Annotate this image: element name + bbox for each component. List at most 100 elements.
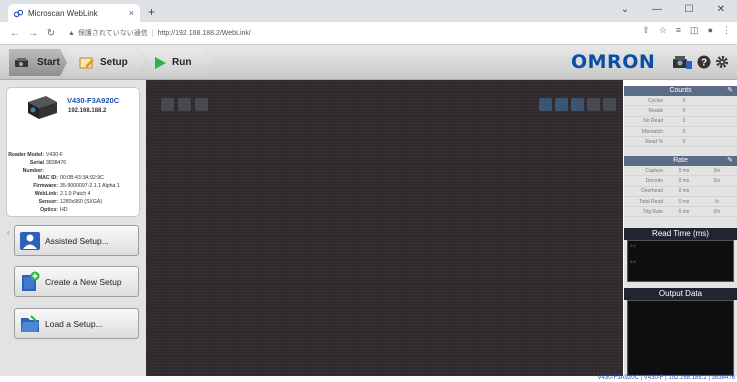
info-value: 1280x960 (SXGA) xyxy=(60,198,103,205)
tab-search-chevron-icon[interactable]: ⌄ xyxy=(609,0,641,22)
rate-per-second: 0/s xyxy=(713,167,721,174)
window-close-icon[interactable]: ✕ xyxy=(705,0,737,22)
rate-value: 0 ms xyxy=(678,177,690,184)
settings-gear-icon[interactable] xyxy=(715,55,729,69)
load-setup-label: Load a Setup... xyxy=(45,318,103,329)
info-row: WebLink: 2.1.0 Patch 4 xyxy=(8,191,120,199)
counts-value: 0 xyxy=(682,118,686,125)
load-setup-button[interactable]: Load a Setup... xyxy=(14,308,139,339)
edit-pencil-icon[interactable]: ✎ xyxy=(727,156,733,166)
rate-row: Trig Rate 0 ms 0/s xyxy=(624,207,737,218)
counts-header: Counts ✎ xyxy=(624,86,737,96)
browser-menu-icon[interactable]: ⋮ xyxy=(722,25,731,36)
rate-row: Total Read 0 ms/s xyxy=(624,197,737,208)
rate-label: Total Read xyxy=(639,198,663,205)
setup-label: Setup xyxy=(100,57,128,68)
setup-step-button[interactable]: Setup xyxy=(67,49,145,76)
read-time-graph: 1.0 0.5 xyxy=(627,240,734,282)
info-key: Firmware: xyxy=(33,183,58,190)
counts-label: Read % xyxy=(645,138,663,145)
output-data-panel xyxy=(627,300,734,376)
output-data-title: Output Data xyxy=(658,289,703,298)
reader-connect-icon[interactable] xyxy=(671,53,693,71)
forward-arrow-icon[interactable]: → xyxy=(26,28,40,39)
url-separator: | xyxy=(151,29,154,37)
counts-label: No Read xyxy=(643,118,663,125)
rate-value: 0 ms xyxy=(678,167,690,174)
rate-row: Capture 0 ms 0/s xyxy=(624,166,737,177)
info-key: MAC ID: xyxy=(37,175,58,182)
create-new-setup-button[interactable]: Create a New Setup xyxy=(14,266,139,297)
info-key: Reader Model: xyxy=(8,152,44,158)
info-value: 00:0B:43:3A:92:9C xyxy=(60,175,104,182)
counts-title: Counts xyxy=(669,87,692,94)
profile-icon[interactable]: ● xyxy=(708,25,713,36)
zoom-in-icon[interactable] xyxy=(555,98,568,111)
save-image-icon[interactable] xyxy=(603,98,616,111)
assisted-setup-button[interactable]: Assisted Setup... xyxy=(14,225,139,256)
counts-table: Cycles 0 Reads 0 No Read 0 Mismatch 0 Read %… xyxy=(624,96,737,148)
pulse-waveform-icon[interactable] xyxy=(178,98,191,111)
counts-label: Cycles xyxy=(647,97,663,104)
rate-value: 0 ms xyxy=(678,198,690,205)
info-key: Sensor: xyxy=(38,198,58,205)
edit-pencil-icon[interactable]: ✎ xyxy=(727,86,733,96)
minimize-icon[interactable]: — xyxy=(641,0,673,22)
counts-value: 0 xyxy=(682,128,686,135)
reading-list-icon[interactable]: ≡ xyxy=(676,25,681,36)
browser-tab-bar: Microscan WebLink × + ⌄ — ☐ ✕ xyxy=(0,0,737,22)
info-row: Optics: HD xyxy=(8,207,120,215)
assisted-setup-label: Assisted Setup... xyxy=(45,235,109,246)
counts-value: 0 xyxy=(682,97,686,104)
new-document-icon xyxy=(22,271,40,291)
zoom-out-icon[interactable] xyxy=(571,98,584,111)
start-step-button[interactable]: Start xyxy=(9,49,67,76)
reader-camera-image xyxy=(28,96,57,119)
rate-header: Rate ✎ xyxy=(624,156,737,166)
microscan-favicon-icon xyxy=(14,9,23,17)
omron-logo: OMRON xyxy=(571,51,656,73)
run-label: Run xyxy=(172,57,192,68)
graph-axis-label: 0.5 xyxy=(630,259,636,264)
device-model: V430-F3A920C xyxy=(67,96,120,105)
trigger-mode-icon[interactable] xyxy=(161,98,174,111)
setup-pencil-icon xyxy=(79,57,94,68)
back-arrow-icon[interactable]: ← xyxy=(8,28,22,39)
warning-triangle-icon: ▲ xyxy=(68,29,75,37)
browser-tab[interactable]: Microscan WebLink × xyxy=(8,4,140,22)
read-time-header: Read Time (ms) xyxy=(624,228,737,240)
collapse-left-panel-icon[interactable]: ‹ xyxy=(7,228,13,242)
output-data-header: Output Data xyxy=(624,288,737,300)
reload-icon[interactable]: ↻ xyxy=(44,28,58,39)
info-value: V430-F xyxy=(46,152,64,158)
maximize-icon[interactable]: ☐ xyxy=(673,0,705,22)
rate-title: Rate xyxy=(673,157,688,164)
rate-value: 0 ms xyxy=(678,188,690,195)
counts-row: No Read 0 xyxy=(624,117,737,127)
grid-icon[interactable] xyxy=(587,98,600,111)
left-panel: V430-F3A920C 192.168.188.2 Reader Model:… xyxy=(0,80,146,382)
info-value: HD xyxy=(60,206,68,213)
url-field[interactable]: ▲ 保護されていない通信 | http://192.168.188.2/WebL… xyxy=(68,25,251,41)
device-ip: 192.168.188.2 xyxy=(68,108,107,114)
new-tab-button[interactable]: + xyxy=(148,5,155,19)
help-icon[interactable]: ? xyxy=(697,55,711,69)
counts-value: 0 xyxy=(682,138,686,145)
image-viewer-canvas[interactable] xyxy=(146,80,623,382)
tab-close-icon[interactable]: × xyxy=(129,8,134,18)
share-icon[interactable]: ⇪ xyxy=(642,25,650,36)
rate-per-second: 0/s xyxy=(713,208,721,215)
bookmark-star-icon[interactable]: ☆ xyxy=(659,25,667,36)
rate-label: Trig Rate xyxy=(642,208,663,215)
rate-value: 0 ms xyxy=(678,208,690,215)
security-warning-text: 保護されていない通信 xyxy=(77,30,148,37)
light-settings-icon[interactable] xyxy=(195,98,208,111)
info-row: Reader Model: V430-F xyxy=(8,152,120,160)
read-time-title: Read Time (ms) xyxy=(652,229,709,238)
fullscreen-icon[interactable] xyxy=(539,98,552,111)
side-panel-icon[interactable]: ◫ xyxy=(690,25,699,36)
run-step-button[interactable]: Run xyxy=(141,49,211,76)
counts-label: Reads xyxy=(648,107,663,114)
toolbar-utility-icons: ? xyxy=(671,53,729,71)
counts-value: 0 xyxy=(682,107,686,114)
